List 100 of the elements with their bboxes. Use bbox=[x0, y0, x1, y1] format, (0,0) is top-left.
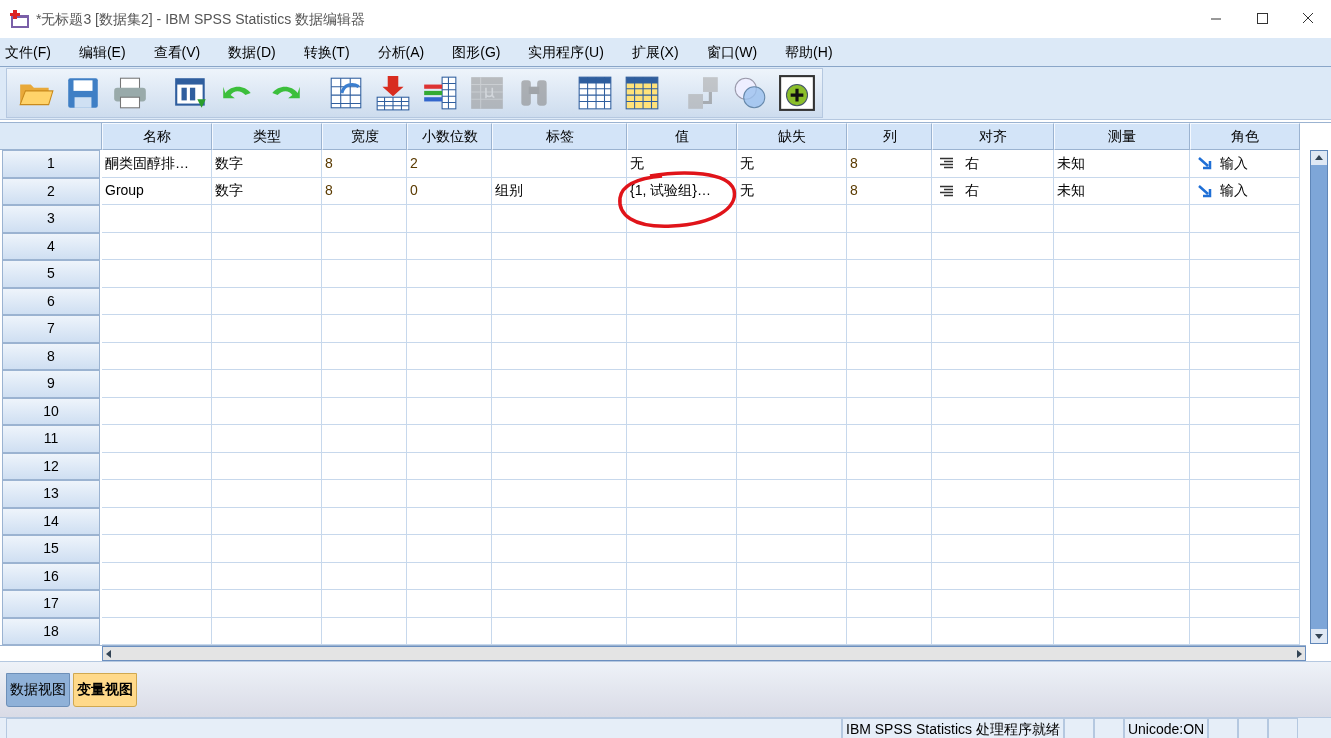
grid-cell[interactable] bbox=[212, 287, 322, 315]
grid-cell[interactable] bbox=[407, 397, 492, 425]
grid-cell[interactable] bbox=[492, 617, 627, 645]
grid-cell[interactable] bbox=[737, 315, 847, 343]
grid-cell[interactable] bbox=[1054, 617, 1190, 645]
grid-cell[interactable] bbox=[322, 315, 407, 343]
grid-cell[interactable] bbox=[407, 507, 492, 535]
column-header[interactable]: 测量 bbox=[1054, 123, 1190, 150]
grid-cell[interactable] bbox=[932, 342, 1054, 370]
row-number[interactable]: 9 bbox=[2, 370, 100, 398]
grid-cell[interactable] bbox=[322, 342, 407, 370]
menu-item[interactable]: 分析(A) bbox=[372, 41, 430, 63]
grid-cell[interactable]: Group bbox=[102, 177, 212, 205]
grid-cell[interactable] bbox=[492, 562, 627, 590]
grid-cell[interactable] bbox=[102, 370, 212, 398]
grid-cell[interactable] bbox=[1190, 452, 1300, 480]
grid-cell[interactable]: 输入 bbox=[1190, 177, 1300, 205]
grid-cell[interactable] bbox=[1190, 287, 1300, 315]
grid-cell[interactable] bbox=[737, 287, 847, 315]
grid-cell[interactable] bbox=[932, 205, 1054, 233]
menu-item[interactable]: 查看(V) bbox=[148, 41, 206, 63]
grid-cell[interactable] bbox=[627, 480, 737, 508]
grid-cell[interactable] bbox=[102, 342, 212, 370]
grid-cell[interactable] bbox=[102, 205, 212, 233]
grid-cell[interactable] bbox=[322, 397, 407, 425]
grid-cell[interactable] bbox=[1190, 397, 1300, 425]
grid-cell[interactable] bbox=[627, 590, 737, 618]
column-header[interactable]: 标签 bbox=[492, 123, 627, 150]
grid-cell[interactable] bbox=[322, 507, 407, 535]
grid-cell[interactable] bbox=[407, 452, 492, 480]
grid-cell[interactable] bbox=[737, 562, 847, 590]
grid-cell[interactable] bbox=[847, 260, 932, 288]
menu-item[interactable]: 实用程序(U) bbox=[523, 41, 609, 63]
row-number[interactable]: 7 bbox=[2, 315, 100, 343]
grid-cell[interactable] bbox=[847, 452, 932, 480]
grid-cell[interactable] bbox=[1054, 535, 1190, 563]
grid-cell[interactable] bbox=[212, 535, 322, 563]
grid-cell[interactable] bbox=[102, 535, 212, 563]
grid-cell[interactable] bbox=[1054, 370, 1190, 398]
grid-cell[interactable] bbox=[1054, 287, 1190, 315]
grid-cell[interactable] bbox=[627, 287, 737, 315]
grid-cell[interactable] bbox=[492, 342, 627, 370]
grid-cell[interactable]: 无 bbox=[737, 150, 847, 178]
grid-cell[interactable] bbox=[737, 480, 847, 508]
row-number[interactable]: 3 bbox=[2, 205, 100, 233]
menu-item[interactable]: 图形(G) bbox=[447, 41, 506, 63]
grid-cell[interactable] bbox=[102, 452, 212, 480]
grid-cell[interactable] bbox=[102, 425, 212, 453]
column-header[interactable]: 角色 bbox=[1190, 123, 1300, 150]
grid-cell[interactable] bbox=[627, 562, 737, 590]
grid-cell[interactable] bbox=[492, 507, 627, 535]
row-number[interactable]: 18 bbox=[2, 617, 100, 645]
grid-cell[interactable]: 无 bbox=[737, 177, 847, 205]
menu-item[interactable]: 窗口(W) bbox=[701, 41, 763, 63]
grid-cell[interactable] bbox=[492, 480, 627, 508]
grid-cell[interactable] bbox=[1190, 562, 1300, 590]
grid-cell[interactable] bbox=[492, 315, 627, 343]
row-number[interactable]: 11 bbox=[2, 425, 100, 453]
menu-item[interactable]: 转换(T) bbox=[298, 41, 355, 63]
grid-cell[interactable] bbox=[212, 562, 322, 590]
grid-cell[interactable]: 未知 bbox=[1054, 150, 1190, 178]
grid-cell[interactable] bbox=[932, 232, 1054, 260]
grid-cell[interactable] bbox=[407, 562, 492, 590]
grid-cell[interactable] bbox=[407, 617, 492, 645]
grid-cell[interactable] bbox=[627, 507, 737, 535]
grid-cell[interactable] bbox=[627, 425, 737, 453]
grid-cell[interactable]: {1, 试验组}… bbox=[627, 177, 737, 205]
grid-cell[interactable] bbox=[847, 617, 932, 645]
grid-cell[interactable] bbox=[932, 480, 1054, 508]
grid-cell[interactable] bbox=[737, 535, 847, 563]
grid-cell[interactable] bbox=[1054, 315, 1190, 343]
grid-cell[interactable] bbox=[627, 535, 737, 563]
grid-cell[interactable] bbox=[1190, 480, 1300, 508]
grid-cell[interactable] bbox=[1054, 232, 1190, 260]
grid-cell[interactable]: 数字 bbox=[212, 150, 322, 178]
menu-item[interactable]: 数据(D) bbox=[223, 41, 281, 63]
grid-cell[interactable] bbox=[1054, 507, 1190, 535]
row-number[interactable]: 15 bbox=[2, 535, 100, 563]
row-number[interactable]: 8 bbox=[2, 342, 100, 370]
grid-cell[interactable] bbox=[627, 617, 737, 645]
menu-item[interactable]: 编辑(E) bbox=[73, 41, 131, 63]
grid-cell[interactable]: 2 bbox=[407, 150, 492, 178]
row-number[interactable]: 6 bbox=[2, 287, 100, 315]
grid-cell[interactable] bbox=[102, 590, 212, 618]
grid-cell[interactable] bbox=[1054, 425, 1190, 453]
grid-cell[interactable] bbox=[1054, 452, 1190, 480]
column-header[interactable]: 小数位数 bbox=[407, 123, 492, 150]
view-tab[interactable]: 变量视图 bbox=[73, 672, 137, 707]
grid-cell[interactable] bbox=[932, 590, 1054, 618]
grid-cell[interactable] bbox=[492, 590, 627, 618]
column-header[interactable]: 列 bbox=[847, 123, 932, 150]
grid-cell[interactable] bbox=[1054, 562, 1190, 590]
grid-cell[interactable] bbox=[212, 232, 322, 260]
grid-cell[interactable] bbox=[322, 590, 407, 618]
grid-cell[interactable] bbox=[737, 232, 847, 260]
highlighted-grid-icon[interactable] bbox=[623, 74, 661, 112]
grid-cell[interactable] bbox=[1190, 507, 1300, 535]
grid-cell[interactable] bbox=[212, 397, 322, 425]
grid-cell[interactable] bbox=[1190, 342, 1300, 370]
grid-cell[interactable] bbox=[322, 617, 407, 645]
